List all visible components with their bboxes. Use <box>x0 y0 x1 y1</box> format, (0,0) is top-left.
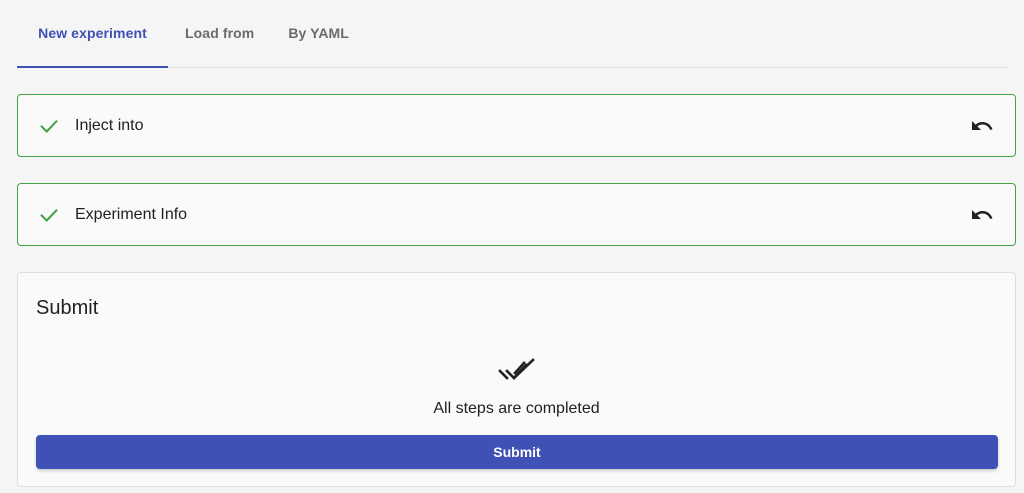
step-experiment-info[interactable]: Experiment Info <box>17 183 1016 246</box>
step-label: Experiment Info <box>75 205 188 223</box>
check-icon <box>38 204 60 226</box>
submit-button[interactable]: Submit <box>36 435 998 469</box>
page: New experiment Load from By YAML Inject … <box>0 0 1024 493</box>
undo-icon[interactable] <box>969 113 995 139</box>
submit-panel: Submit All steps are completed Submit <box>17 272 1016 487</box>
step-label: Inject into <box>75 116 144 134</box>
undo-icon[interactable] <box>969 202 995 228</box>
tab-new-experiment[interactable]: New experiment <box>17 0 168 68</box>
check-icon <box>38 115 60 137</box>
tab-by-yaml[interactable]: By YAML <box>271 0 366 67</box>
submit-title: Submit <box>36 297 99 319</box>
step-inject-into[interactable]: Inject into <box>17 94 1016 157</box>
tab-bar: New experiment Load from By YAML <box>17 0 1007 68</box>
tab-load-from[interactable]: Load from <box>168 0 271 67</box>
done-all-icon <box>498 357 538 387</box>
completion-message: All steps are completed <box>433 400 600 417</box>
